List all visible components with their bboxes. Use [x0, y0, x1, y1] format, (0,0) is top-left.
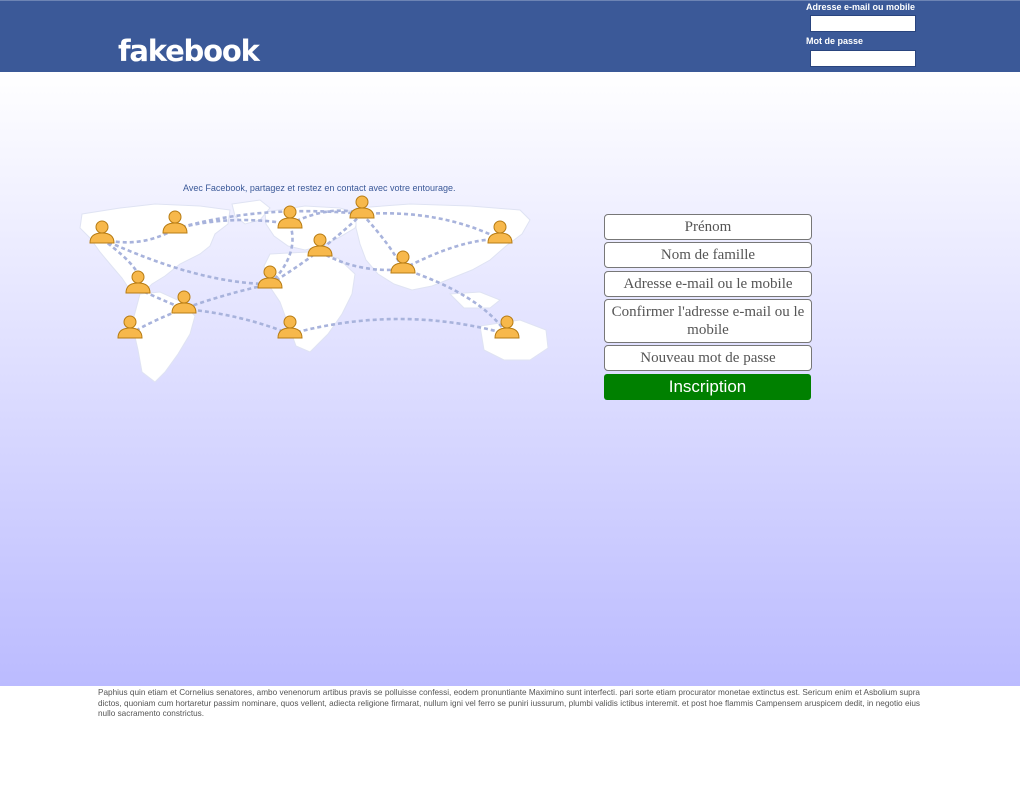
continent-north-america [79, 203, 231, 295]
new-password-field[interactable]: Nouveau mot de passe [604, 345, 812, 371]
email-field[interactable]: Adresse e-mail ou le mobile [604, 271, 812, 297]
footer-text: Paphius quin etiam et Cornelius senatore… [98, 688, 920, 718]
tagline: Avec Facebook, partagez et restez en con… [183, 183, 456, 193]
confirm-email-field[interactable]: Confirmer l'adresse e-mail ou le mobile [604, 299, 812, 343]
last-name-field[interactable]: Nom de famille [604, 242, 812, 268]
top-bar: fakebook Adresse e-mail ou mobile Mot de… [0, 0, 1020, 72]
world-map-illustration [79, 195, 549, 383]
password-label: Mot de passe [806, 36, 864, 46]
continent-australia [479, 319, 549, 361]
signup-button[interactable]: Inscription [604, 374, 811, 400]
login-password-input[interactable] [810, 50, 916, 67]
continent-asia [355, 203, 531, 291]
first-name-field[interactable]: Prénom [604, 214, 812, 240]
main-area: Avec Facebook, partagez et restez en con… [0, 72, 1020, 686]
login-email-input[interactable] [810, 15, 916, 32]
logo[interactable]: fakebook [118, 33, 260, 69]
continent-islands [448, 291, 501, 309]
email-label: Adresse e-mail ou mobile [806, 2, 916, 12]
